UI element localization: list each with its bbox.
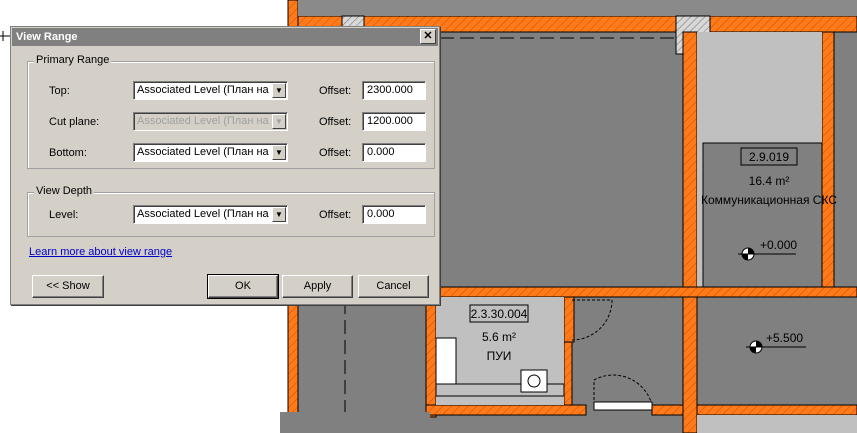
view-depth-legend: View Depth [34,185,95,197]
chevron-down-icon[interactable]: ▼ [272,83,286,98]
bottom-offset-input[interactable]: 0.000 [362,143,426,162]
cut-plane-label: Cut plane: [49,116,100,128]
cut-plane-offset-input[interactable]: 1200.000 [362,112,426,131]
fixture [435,337,457,385]
view-depth-group: View Depth Level: Associated Level (План… [27,185,435,237]
view-range-dialog: View Range ✕ Primary Range Top: Associat… [10,26,440,305]
cut-plane-offset-label: Offset: [319,116,352,128]
chevron-down-icon[interactable]: ▼ [272,145,286,160]
ok-button[interactable]: OK [207,274,279,299]
view-depth-level-select[interactable]: Associated Level (План на с ▼ [133,205,288,224]
wall [425,296,437,418]
chevron-down-icon: ▼ [272,114,286,129]
fixture [520,369,548,393]
elevation-label: +5.500 [766,331,803,345]
room-area: 16.4 m² [749,174,790,188]
elevation-label: +0.000 [760,238,797,252]
top-level-select[interactable]: Associated Level (План на с ▼ [133,81,288,100]
primary-range-group: Primary Range Top: Associated Level (Пла… [27,54,435,169]
bottom-offset-label: Offset: [319,147,352,159]
top-offset-label: Offset: [319,85,352,97]
wall [682,296,698,433]
primary-range-legend: Primary Range [34,54,112,66]
view-depth-offset-input[interactable]: 0.000 [362,205,426,224]
view-depth-offset-label: Offset: [319,209,352,221]
wall [682,31,698,298]
room-name: ПУИ [487,349,512,363]
show-button[interactable]: << Show [32,275,104,298]
wall [563,341,573,413]
chevron-down-icon[interactable]: ▼ [272,207,286,222]
wall [821,31,835,290]
level-label: Level: [49,209,79,221]
cancel-button[interactable]: Cancel [358,275,429,298]
room-number: 2.3.30.004 [471,307,528,321]
top-offset-input[interactable]: 2300.000 [362,81,426,100]
bottom-level-value: Associated Level (План на с [137,146,278,158]
bottom-level-select[interactable]: Associated Level (План на с ▼ [133,143,288,162]
wall [563,296,575,343]
apply-button[interactable]: Apply [282,275,353,298]
cut-plane-level-select: Associated Level (План на с ▼ [133,112,288,131]
close-button[interactable]: ✕ [420,29,436,44]
room-name: Коммуникационная СКС [701,193,837,207]
top-level-value: Associated Level (План на с [137,84,278,96]
wall [280,412,430,433]
wall [429,286,857,298]
wall [425,404,587,416]
view-depth-level-value: Associated Level (План на с [137,208,278,220]
room-number: 2.9.019 [749,150,789,164]
close-icon: ✕ [423,30,433,42]
top-label: Top: [49,85,70,97]
bottom-label: Bottom: [49,147,87,159]
room-area: 5.6 m² [482,330,516,344]
dialog-title: View Range [16,31,78,43]
cut-plane-level-value: Associated Level (План на с [137,115,278,127]
learn-more-link[interactable]: Learn more about view range [29,246,172,258]
dialog-title-bar[interactable]: View Range ✕ [12,28,438,46]
